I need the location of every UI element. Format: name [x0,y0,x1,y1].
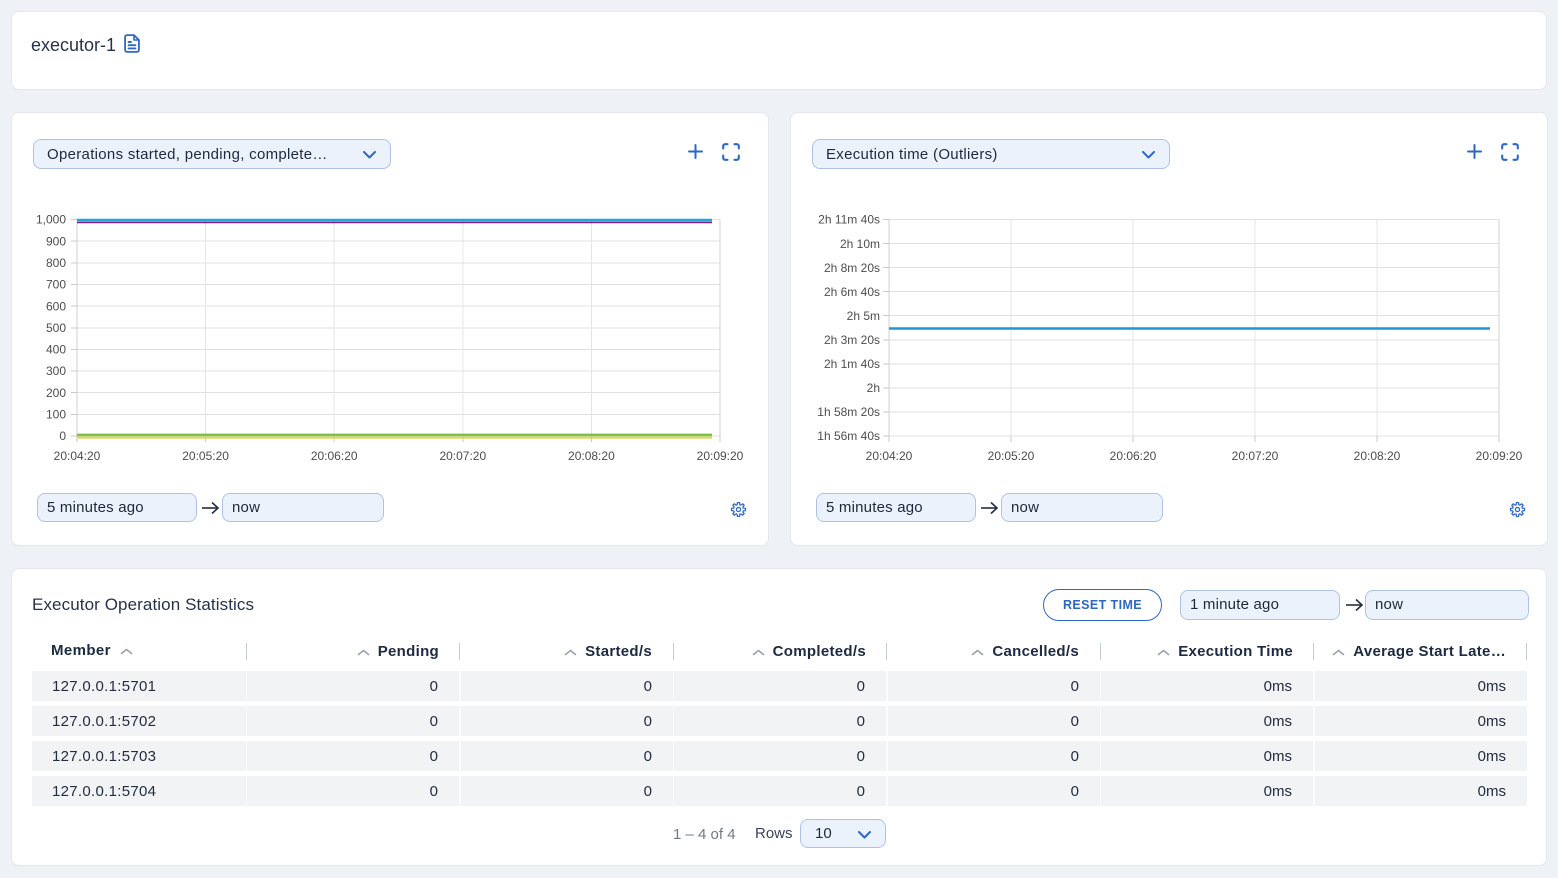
svg-text:2h 1m 40s: 2h 1m 40s [824,357,880,371]
svg-text:2h 6m 40s: 2h 6m 40s [824,285,880,299]
svg-text:20:09:20: 20:09:20 [697,449,744,463]
svg-text:20:05:20: 20:05:20 [988,449,1035,463]
svg-text:200: 200 [46,386,66,400]
svg-text:0: 0 [59,429,66,443]
svg-text:20:05:20: 20:05:20 [182,449,229,463]
svg-text:2h 5m: 2h 5m [847,309,880,323]
svg-text:2h 11m 40s: 2h 11m 40s [818,213,880,227]
svg-text:600: 600 [46,299,66,313]
svg-text:20:07:20: 20:07:20 [439,449,486,463]
svg-text:20:06:20: 20:06:20 [311,449,358,463]
svg-text:1h 58m 20s: 1h 58m 20s [817,405,880,419]
svg-text:20:06:20: 20:06:20 [1110,449,1157,463]
svg-text:100: 100 [46,408,66,422]
svg-text:20:04:20: 20:04:20 [866,449,913,463]
svg-text:2h 10m: 2h 10m [840,237,880,251]
svg-text:20:04:20: 20:04:20 [54,449,101,463]
svg-text:20:07:20: 20:07:20 [1232,449,1279,463]
svg-text:500: 500 [46,321,66,335]
svg-text:700: 700 [46,278,66,292]
svg-text:20:09:20: 20:09:20 [1476,449,1523,463]
svg-text:400: 400 [46,343,66,357]
svg-text:800: 800 [46,256,66,270]
svg-text:1h 56m 40s: 1h 56m 40s [817,429,880,443]
svg-text:20:08:20: 20:08:20 [1354,449,1401,463]
svg-text:900: 900 [46,234,66,248]
svg-text:300: 300 [46,364,66,378]
svg-text:20:08:20: 20:08:20 [568,449,615,463]
svg-text:2h 8m 20s: 2h 8m 20s [824,261,880,275]
svg-text:1,000: 1,000 [36,213,66,227]
svg-text:2h 3m 20s: 2h 3m 20s [824,333,880,347]
svg-text:2h: 2h [867,381,880,395]
